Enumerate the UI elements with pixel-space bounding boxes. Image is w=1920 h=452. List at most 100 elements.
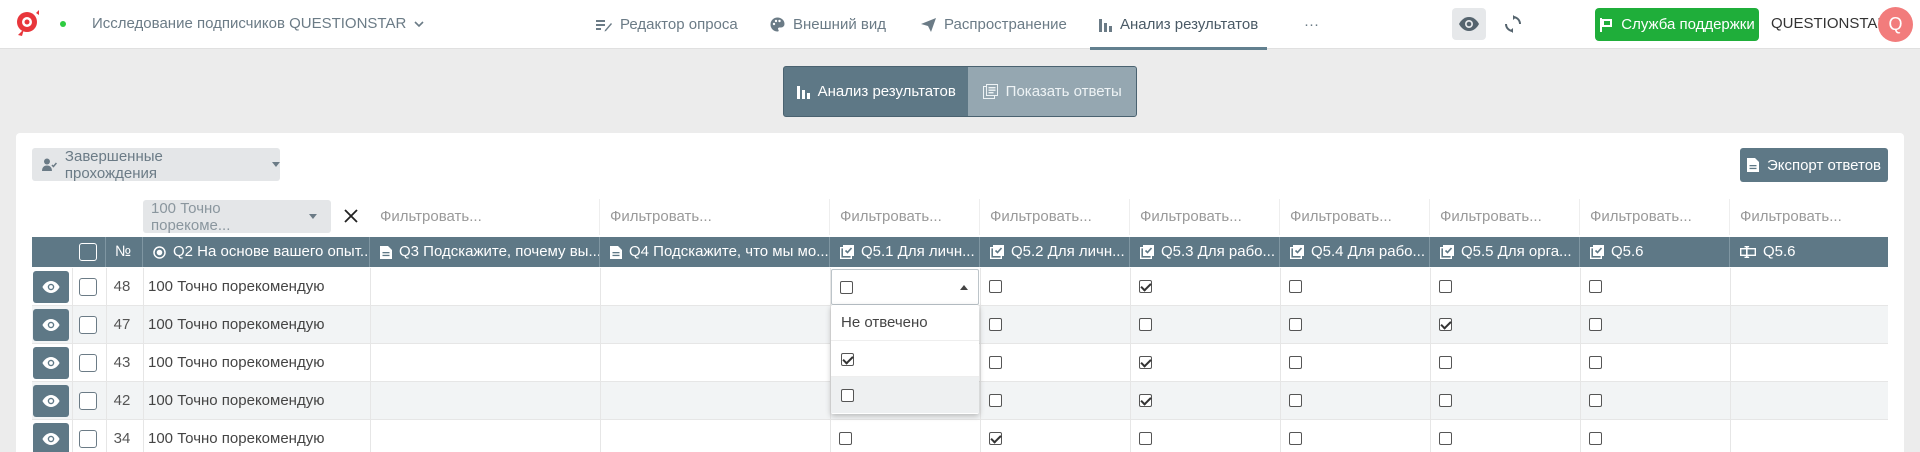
column-divider <box>72 268 73 452</box>
multi-checkbox-icon <box>990 245 1004 259</box>
answer-checkbox-unchecked[interactable] <box>1439 394 1452 407</box>
q2-answer: 100 Точно порекомендую <box>148 354 325 371</box>
answer-checkbox-unchecked[interactable] <box>1589 318 1602 331</box>
answer-checkbox-unchecked[interactable] <box>839 432 852 445</box>
eye-icon <box>1459 17 1479 31</box>
filter-input-q5-2[interactable]: Фильтровать... <box>980 199 1130 235</box>
filter-input-q5-5[interactable]: Фильтровать... <box>1430 199 1580 235</box>
answer-checkbox-unchecked[interactable] <box>1439 356 1452 369</box>
filter-input-q5-1[interactable]: Фильтровать... <box>830 199 980 235</box>
option-not-answered[interactable]: Не отвечено <box>831 305 979 341</box>
view-answer-button[interactable] <box>33 309 69 341</box>
answer-checkbox-unchecked[interactable] <box>1439 432 1452 445</box>
row-number: 34 <box>113 430 131 447</box>
option-unchecked[interactable] <box>831 377 979 413</box>
filter-input-q4[interactable]: Фильтровать... <box>600 199 830 235</box>
answer-checkbox-checked[interactable] <box>1439 318 1452 331</box>
user-check-icon <box>42 158 57 171</box>
answer-checkbox-unchecked[interactable] <box>1289 356 1302 369</box>
multi-checkbox-icon <box>1290 245 1304 259</box>
show-answers-button[interactable]: Показать ответы <box>968 67 1136 116</box>
answer-checkbox-unchecked[interactable] <box>1289 280 1302 293</box>
row-select-checkbox[interactable] <box>79 354 97 372</box>
support-button[interactable]: Служба поддержки <box>1595 8 1759 41</box>
answer-checkbox-unchecked[interactable] <box>1589 280 1602 293</box>
answer-checkbox-unchecked[interactable] <box>1589 356 1602 369</box>
column-divider <box>1130 268 1131 452</box>
answer-checkbox-checked[interactable] <box>1139 356 1152 369</box>
answer-checkbox-unchecked[interactable] <box>1589 432 1602 445</box>
answer-checkbox-unchecked[interactable] <box>1139 432 1152 445</box>
filter-input-q5-6[interactable]: Фильтровать... <box>1580 199 1730 235</box>
column-header-q5-5[interactable]: Q5.5 Для орга... <box>1430 237 1580 267</box>
top-navigation-bar: Исследование подписчиков QUESTIONSTAR Ре… <box>0 0 1920 50</box>
eye-icon <box>42 433 60 445</box>
analysis-mode-button[interactable]: Анализ результатов <box>784 67 968 116</box>
row-select-checkbox[interactable] <box>79 392 97 410</box>
close-icon <box>344 209 358 223</box>
answer-checkbox-unchecked[interactable] <box>1139 318 1152 331</box>
column-header-q5-1[interactable]: Q5.1 Для личн... <box>830 237 980 267</box>
column-divider <box>1430 268 1431 452</box>
column-header-q5-3[interactable]: Q5.3 Для рабо... <box>1130 237 1280 267</box>
answer-checkbox-checked[interactable] <box>1139 394 1152 407</box>
answer-checkbox-unchecked[interactable] <box>1589 394 1602 407</box>
answer-checkbox-unchecked[interactable] <box>989 394 1002 407</box>
nav-appearance[interactable]: Внешний вид <box>770 0 886 49</box>
clear-filter-button[interactable] <box>340 205 362 227</box>
preview-button[interactable] <box>1452 8 1486 40</box>
filter-input-q5-6-b[interactable]: Фильтровать... <box>1730 199 1888 235</box>
file-icon <box>1746 158 1759 172</box>
flag-icon <box>1600 17 1613 32</box>
avatar[interactable]: Q <box>1878 7 1913 42</box>
filter-input-q5-3[interactable]: Фильтровать... <box>1130 199 1280 235</box>
row-select-checkbox[interactable] <box>79 430 97 448</box>
column-header-q5-4[interactable]: Q5.4 Для рабо... <box>1280 237 1430 267</box>
view-mode-toggle: Анализ результатов Показать ответы <box>783 66 1137 117</box>
project-selector[interactable]: Исследование подписчиков QUESTIONSTAR <box>92 13 424 35</box>
completion-filter-dropdown[interactable]: Завершенные прохождения <box>32 148 280 182</box>
column-header-q5-6-text[interactable]: Q5.6 <box>1730 237 1888 267</box>
checkbox-unchecked-icon <box>841 389 854 402</box>
column-header-q2[interactable]: Q2 На основе вашего опыт... <box>143 237 370 267</box>
questionstar-logo-icon[interactable] <box>12 9 42 39</box>
nav-survey-editor[interactable]: Редактор опроса <box>596 0 738 49</box>
export-answers-button[interactable]: Экспорт ответов <box>1740 148 1888 182</box>
more-menu-button[interactable]: ··· <box>1304 0 1319 49</box>
nav-distribution[interactable]: Распространение <box>921 0 1067 49</box>
view-answer-button[interactable] <box>33 423 69 452</box>
filter-input-q3[interactable]: Фильтровать... <box>370 199 600 235</box>
answer-checkbox-unchecked[interactable] <box>989 356 1002 369</box>
answer-checkbox-checked[interactable] <box>989 432 1002 445</box>
q2-answer: 100 Точно порекомендую <box>148 316 325 333</box>
view-answer-button[interactable] <box>33 385 69 417</box>
column-header-q5-2[interactable]: Q5.2 Для личн... <box>980 237 1130 267</box>
num-column-header[interactable]: № <box>106 237 143 267</box>
q5-1-answer-select[interactable] <box>831 269 979 305</box>
account-name: QUESTIONSTAR <box>1771 15 1889 32</box>
answer-checkbox-unchecked[interactable] <box>989 318 1002 331</box>
row-select-checkbox[interactable] <box>79 316 97 334</box>
column-divider <box>980 268 981 452</box>
q2-filter-select[interactable]: 100 Точно порекоме... <box>143 200 331 234</box>
answer-checkbox-unchecked[interactable] <box>1289 318 1302 331</box>
answer-checkbox-checked[interactable] <box>1139 280 1152 293</box>
column-header-q4[interactable]: Q4 Подскажите, что мы мо... <box>600 237 830 267</box>
refresh-button[interactable] <box>1497 8 1529 40</box>
select-all-checkbox[interactable] <box>79 243 97 261</box>
answer-checkbox-unchecked[interactable] <box>1439 280 1452 293</box>
q2-answer: 100 Точно порекомендую <box>148 278 325 295</box>
filter-input-q5-4[interactable]: Фильтровать... <box>1280 199 1430 235</box>
view-answer-button[interactable] <box>33 347 69 379</box>
column-header-q5-6[interactable]: Q5.6 <box>1580 237 1730 267</box>
view-answer-button[interactable] <box>33 271 69 303</box>
column-divider <box>106 268 107 452</box>
answer-checkbox-unchecked[interactable] <box>1289 394 1302 407</box>
row-select-checkbox[interactable] <box>79 278 97 296</box>
nav-results-analysis[interactable]: Анализ результатов <box>1089 0 1268 50</box>
answer-checkbox-unchecked[interactable] <box>989 280 1002 293</box>
row-number: 42 <box>113 392 131 409</box>
option-checked[interactable] <box>831 341 979 377</box>
column-header-q3[interactable]: Q3 Подскажите, почему вы... <box>370 237 600 267</box>
answer-checkbox-unchecked[interactable] <box>1289 432 1302 445</box>
